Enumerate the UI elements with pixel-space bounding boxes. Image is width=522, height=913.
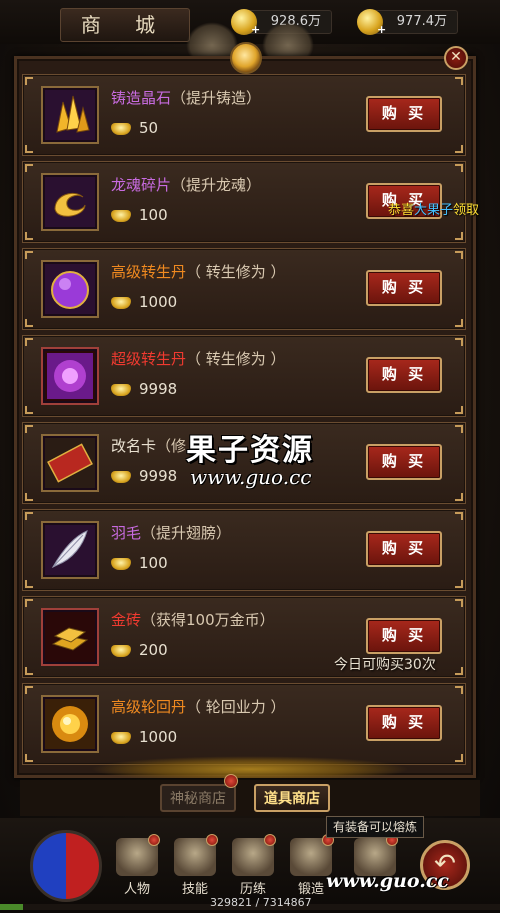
system-notice: 恭喜大果子领取 (388, 203, 480, 218)
shop-tabs: 神秘商店 道具商店 (20, 774, 480, 816)
item-price: 50 (139, 119, 159, 137)
close-button[interactable]: ✕ (444, 46, 468, 70)
rename-card-icon[interactable] (41, 434, 99, 492)
exp-text: 329821 / 7314867 (210, 896, 312, 909)
ingot-icon (111, 644, 131, 657)
character-button[interactable]: 人物 (112, 834, 162, 897)
buy-button[interactable]: 购 买 (366, 357, 442, 393)
item-desc: （修 (156, 437, 187, 455)
reincarnation-pill-icon[interactable] (41, 695, 99, 753)
add-ingot-icon[interactable]: + (377, 19, 386, 41)
item-desc: （ 转生修为 ） (186, 350, 286, 368)
flame-gem-ornament (230, 42, 262, 74)
item-price: 100 (139, 206, 168, 224)
list-item: 高级轮回丹（ 轮回业力 ） 1000 购 买 (22, 683, 466, 765)
game-screen: 商 城 + 928.6万 + 977.4万 ✕ 铸造晶石（提升铸造） 50 购 … (0, 0, 500, 913)
buy-button[interactable]: 购 买 (366, 444, 442, 480)
list-item: 羽毛（提升翅膀） 100 购 买 (22, 509, 466, 591)
gold-brick-icon[interactable] (41, 608, 99, 666)
crystal-icon[interactable] (41, 86, 99, 144)
ingot-icon (111, 731, 131, 744)
item-price: 9998 (139, 467, 178, 485)
item-name: 羽毛 (111, 524, 142, 542)
coin-pile-ornament (90, 756, 410, 778)
item-name: 龙魂碎片 (111, 176, 172, 194)
purchase-limit-text: 今日可购买30次 (334, 657, 436, 673)
add-gold-icon[interactable]: + (251, 19, 260, 41)
notification-dot-icon (206, 834, 218, 846)
item-name: 高级轮回丹 (111, 698, 187, 716)
purple-pill-icon[interactable] (41, 260, 99, 318)
super-pill-icon[interactable] (41, 347, 99, 405)
item-name: 铸造晶石 (111, 89, 172, 107)
list-item: 高级转生丹（ 转生修为 ） 1000 购 买 (22, 248, 466, 330)
ingot-icon (111, 122, 131, 135)
item-desc: （提升铸造） (171, 89, 262, 107)
ingot-icon (111, 470, 131, 483)
watermark-url: www.guo.cc (190, 465, 312, 489)
ingot-value: 977.4万 (396, 14, 447, 29)
dragon-soul-icon[interactable] (41, 173, 99, 231)
item-price: 1000 (139, 728, 178, 746)
watermark-url-bottom: www.guo.cc (326, 870, 449, 892)
taiji-orb-icon[interactable] (30, 830, 102, 902)
ingot-icon (111, 296, 131, 309)
buy-button[interactable]: 购 买 (366, 705, 442, 741)
notification-dot-icon (148, 834, 160, 846)
list-item: 超级转生丹（ 转生修为 ） 9998 购 买 (22, 335, 466, 417)
watermark-logo: 果子资源 (186, 433, 314, 468)
buy-button[interactable]: 购 买 (366, 531, 442, 567)
page-title: 商 城 (60, 8, 190, 42)
list-item: 铸造晶石（提升铸造） 50 购 买 (22, 74, 466, 156)
ingot-icon (111, 557, 131, 570)
item-desc: （ 轮回业力 ） (186, 698, 286, 716)
item-price: 9998 (139, 380, 178, 398)
item-price: 100 (139, 554, 168, 572)
buy-button[interactable]: 购 买 (366, 96, 442, 132)
buy-button[interactable]: 购 买 (366, 270, 442, 306)
item-desc: （ 转生修为 ） (186, 263, 286, 281)
skills-button[interactable]: 技能 (170, 834, 220, 897)
smelt-tooltip: 有装备可以熔炼 (326, 816, 425, 838)
item-name: 改名卡 (111, 437, 157, 455)
training-button[interactable]: 历练 (228, 834, 278, 897)
notification-dot-icon (264, 834, 276, 846)
item-desc: （提升龙魂） (171, 176, 262, 194)
item-price: 1000 (139, 293, 178, 311)
item-price: 200 (139, 641, 168, 659)
item-desc: （提升翅膀） (141, 524, 232, 542)
item-desc: （获得100万金币） (141, 611, 275, 629)
feather-icon[interactable] (41, 521, 99, 579)
item-name: 超级转生丹 (111, 350, 187, 368)
notification-dot-icon (224, 774, 238, 788)
tab-mystery-shop[interactable]: 神秘商店 (160, 784, 236, 812)
item-name: 高级转生丹 (111, 263, 187, 281)
ingot-icon (111, 209, 131, 222)
top-bar: 商 城 + 928.6万 + 977.4万 (0, 0, 500, 44)
item-name: 金砖 (111, 611, 142, 629)
buy-button[interactable]: 购 买 (366, 618, 442, 654)
tab-item-shop[interactable]: 道具商店 (254, 784, 330, 812)
exp-bar-fill (0, 904, 23, 910)
ingot-currency[interactable]: + 977.4万 (357, 9, 458, 36)
ingot-icon (111, 383, 131, 396)
